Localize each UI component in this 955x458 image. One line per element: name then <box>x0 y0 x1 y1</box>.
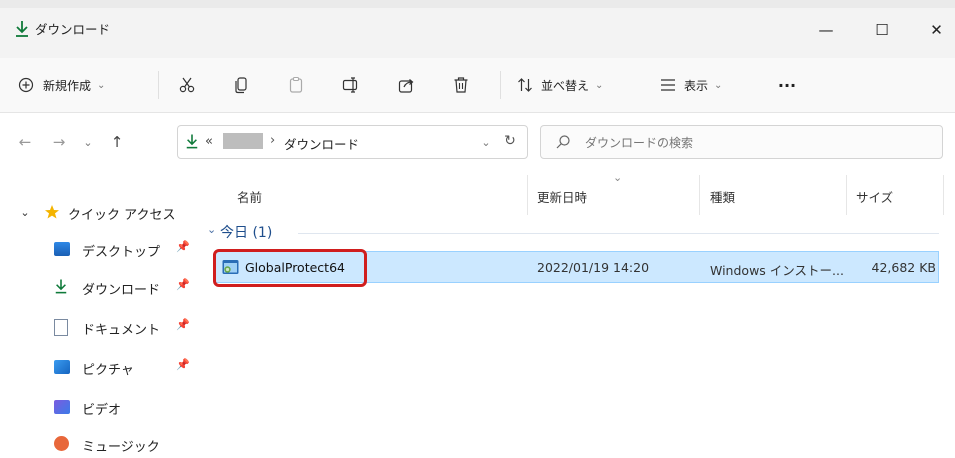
breadcrumb-separator: › <box>270 133 276 148</box>
sort-icon <box>517 77 533 93</box>
chevron-down-icon: ⌄ <box>714 79 723 91</box>
column-divider[interactable] <box>846 175 847 215</box>
pin-icon: 📌 <box>176 358 190 371</box>
toolbar-separator <box>158 71 159 99</box>
delete-icon <box>453 76 469 94</box>
view-icon <box>660 78 676 92</box>
share-icon <box>398 77 415 94</box>
redacted-username <box>223 133 263 149</box>
download-icon <box>185 133 199 150</box>
sidebar-item-downloads[interactable]: ダウンロード 📌 <box>38 274 198 300</box>
pictures-icon <box>54 360 70 374</box>
column-header-size[interactable]: サイズ <box>856 187 893 206</box>
sidebar-quick-access[interactable]: クイック アクセス <box>68 204 175 223</box>
new-icon <box>18 77 34 93</box>
title-bar-strip <box>0 0 955 8</box>
sidebar-item-videos[interactable]: ビデオ <box>38 394 198 420</box>
paste-icon <box>288 76 304 94</box>
search-input[interactable] <box>583 131 927 155</box>
videos-icon <box>54 400 70 414</box>
view-button[interactable]: 表示 ⌄ <box>660 74 722 96</box>
maximize-button[interactable]: ☐ <box>862 16 902 44</box>
paste-button[interactable] <box>283 72 309 98</box>
group-chevron-icon[interactable]: ⌄ <box>207 223 216 236</box>
sidebar-item-label: ドキュメント <box>82 323 161 338</box>
column-divider[interactable] <box>527 175 528 215</box>
copy-button[interactable] <box>229 72 255 98</box>
column-header-name[interactable]: 名前 <box>237 187 262 206</box>
chevron-down-icon: ⌄ <box>595 79 604 91</box>
window-title: ダウンロード <box>35 22 111 37</box>
highlight-annotation <box>213 249 367 287</box>
star-icon <box>44 204 60 220</box>
cut-icon <box>178 76 196 94</box>
new-button[interactable]: 新規作成 ⌄ <box>18 74 105 96</box>
close-button[interactable]: ✕ <box>918 16 955 44</box>
command-bar <box>0 58 955 113</box>
pin-icon: 📌 <box>176 240 190 253</box>
file-type: Windows インストー... <box>710 263 844 278</box>
up-arrow-icon[interactable]: ↑ <box>106 131 128 153</box>
search-icon <box>555 134 571 150</box>
column-divider[interactable] <box>943 175 944 215</box>
document-icon <box>54 319 68 336</box>
cut-button[interactable] <box>174 72 200 98</box>
group-divider <box>298 233 939 234</box>
breadcrumb-overflow[interactable]: « <box>205 134 213 149</box>
download-icon <box>14 20 30 38</box>
view-label: 表示 <box>684 78 709 93</box>
address-history-chevron-icon[interactable]: ⌄ <box>478 132 494 152</box>
chevron-down-icon: ⌄ <box>97 79 106 91</box>
group-header[interactable]: 今日 (1) <box>220 222 272 242</box>
share-button[interactable] <box>393 72 419 98</box>
file-date: 2022/01/19 14:20 <box>537 260 650 275</box>
copy-icon <box>234 76 250 94</box>
sidebar-item-label: ダウンロード <box>82 283 161 298</box>
rename-icon <box>342 77 360 93</box>
sidebar-item-desktop[interactable]: デスクトップ 📌 <box>38 236 198 262</box>
forward-arrow-icon[interactable]: → <box>48 131 70 153</box>
minimize-button[interactable]: — <box>806 16 846 44</box>
chevron-down-icon[interactable]: ⌄ <box>18 204 32 220</box>
more-button[interactable]: ··· <box>772 72 802 98</box>
sort-button[interactable]: 並べ替え ⌄ <box>517 74 603 96</box>
file-size: 42,682 KB <box>871 260 936 275</box>
sidebar-item-pictures[interactable]: ピクチャ 📌 <box>38 354 198 380</box>
delete-button[interactable] <box>448 72 474 98</box>
sidebar-item-documents[interactable]: ドキュメント 📌 <box>38 314 198 340</box>
desktop-icon <box>54 242 70 256</box>
toolbar-separator <box>500 71 501 99</box>
recent-chevron-icon[interactable]: ⌄ <box>80 132 96 152</box>
rename-button[interactable] <box>338 72 364 98</box>
pin-icon: 📌 <box>176 318 190 331</box>
download-icon <box>54 278 68 295</box>
back-arrow-icon[interactable]: ← <box>14 131 36 153</box>
breadcrumb-current[interactable]: ダウンロード <box>284 134 359 153</box>
sidebar-item-label: デスクトップ <box>82 245 161 260</box>
music-icon <box>54 436 69 451</box>
sort-indicator-icon: ⌄ <box>613 171 623 184</box>
pin-icon: 📌 <box>176 278 190 291</box>
column-header-type[interactable]: 種類 <box>710 187 735 206</box>
refresh-icon[interactable]: ↻ <box>500 130 520 152</box>
new-label: 新規作成 <box>43 78 92 93</box>
sidebar-item-label: ビデオ <box>82 403 122 418</box>
column-header-date[interactable]: 更新日時 <box>537 187 587 206</box>
column-divider[interactable] <box>699 175 700 215</box>
sidebar-item-label: ピクチャ <box>82 363 134 378</box>
sidebar-item-music[interactable]: ミュージック <box>38 432 198 458</box>
sort-label: 並べ替え <box>541 78 590 93</box>
